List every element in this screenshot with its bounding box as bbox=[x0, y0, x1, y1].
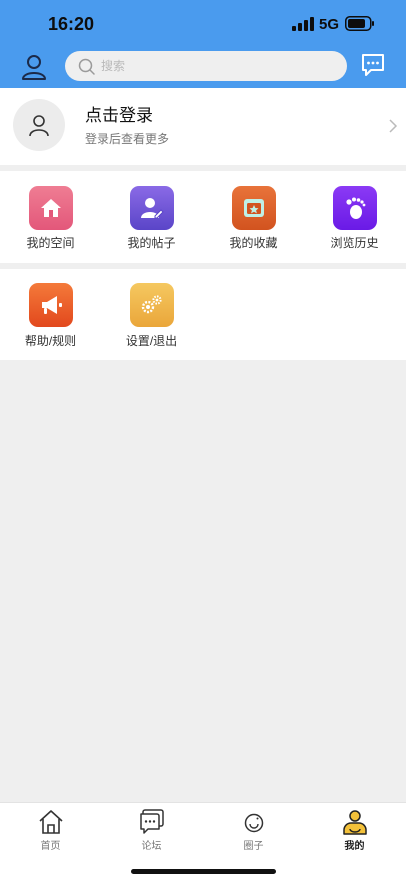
tab-mine[interactable]: 我的 bbox=[304, 809, 405, 855]
avatar bbox=[13, 99, 65, 151]
tab-label: 首页 bbox=[40, 841, 61, 852]
menu-label: 浏览历史 bbox=[330, 236, 379, 250]
tile-my-space bbox=[29, 186, 73, 230]
user-icon[interactable] bbox=[20, 54, 48, 80]
tab-label: 论坛 bbox=[141, 841, 162, 852]
menu-label: 我的收藏 bbox=[229, 236, 278, 250]
tile-settings bbox=[130, 283, 174, 327]
circle-icon bbox=[244, 813, 264, 833]
tab-label: 圈子 bbox=[243, 841, 264, 852]
menu-item-settings[interactable]: 设置/退出 bbox=[101, 269, 202, 360]
profile-icon bbox=[343, 810, 367, 835]
chevron-right-icon bbox=[389, 119, 398, 133]
battery-icon bbox=[345, 16, 374, 31]
tile-my-posts bbox=[130, 186, 174, 230]
menu-item-my-space[interactable]: 我的空间 bbox=[0, 171, 101, 263]
user-edit-icon bbox=[141, 198, 164, 219]
network-label: 5G bbox=[319, 16, 340, 33]
menu-label: 我的空间 bbox=[26, 236, 75, 250]
menu-item-help[interactable]: 帮助/规则 bbox=[0, 269, 101, 360]
menu-item-my-favorites[interactable]: 我的收藏 bbox=[203, 171, 304, 263]
top-header: 16:20 5G 搜索 bbox=[0, 0, 406, 88]
menu-item-history[interactable]: 浏览历史 bbox=[304, 171, 405, 263]
footprint-icon bbox=[346, 197, 366, 219]
menu-label: 设置/退出 bbox=[125, 334, 178, 348]
home-indicator[interactable] bbox=[131, 869, 276, 874]
message-icon[interactable] bbox=[361, 53, 385, 77]
tile-history bbox=[333, 186, 377, 230]
search-placeholder: 搜索 bbox=[101, 59, 126, 73]
login-card[interactable]: 点击登录 登录后查看更多 bbox=[0, 88, 406, 165]
folder-star-icon bbox=[244, 199, 264, 217]
login-title: 点击登录 bbox=[85, 106, 153, 125]
menu-label: 我的帖子 bbox=[127, 236, 176, 250]
menu-label: 帮助/规则 bbox=[24, 334, 77, 348]
login-subtitle: 登录后查看更多 bbox=[85, 132, 170, 146]
megaphone-icon bbox=[42, 296, 62, 314]
menu-item-my-posts[interactable]: 我的帖子 bbox=[101, 171, 202, 263]
tab-forum[interactable]: 论坛 bbox=[101, 809, 202, 855]
chat-icon bbox=[140, 809, 164, 834]
tile-my-favorites bbox=[232, 186, 276, 230]
search-bar[interactable]: 搜索 bbox=[65, 51, 347, 81]
tab-circle[interactable]: 圈子 bbox=[203, 809, 304, 855]
gears-icon bbox=[141, 295, 162, 314]
tab-home[interactable]: 首页 bbox=[0, 809, 101, 855]
signal-icon bbox=[292, 17, 314, 31]
status-time: 16:20 bbox=[48, 14, 95, 34]
search-icon bbox=[78, 58, 95, 75]
tab-label: 我的 bbox=[344, 841, 365, 852]
home-icon bbox=[39, 810, 63, 834]
menu-grid-secondary: 帮助/规则 设置/退出 bbox=[0, 269, 406, 360]
menu-grid-primary: 我的空间 我的帖子 我的收藏 浏览历史 bbox=[0, 171, 406, 263]
avatar-icon bbox=[29, 115, 49, 137]
home-icon bbox=[41, 199, 61, 217]
tile-help bbox=[29, 283, 73, 327]
